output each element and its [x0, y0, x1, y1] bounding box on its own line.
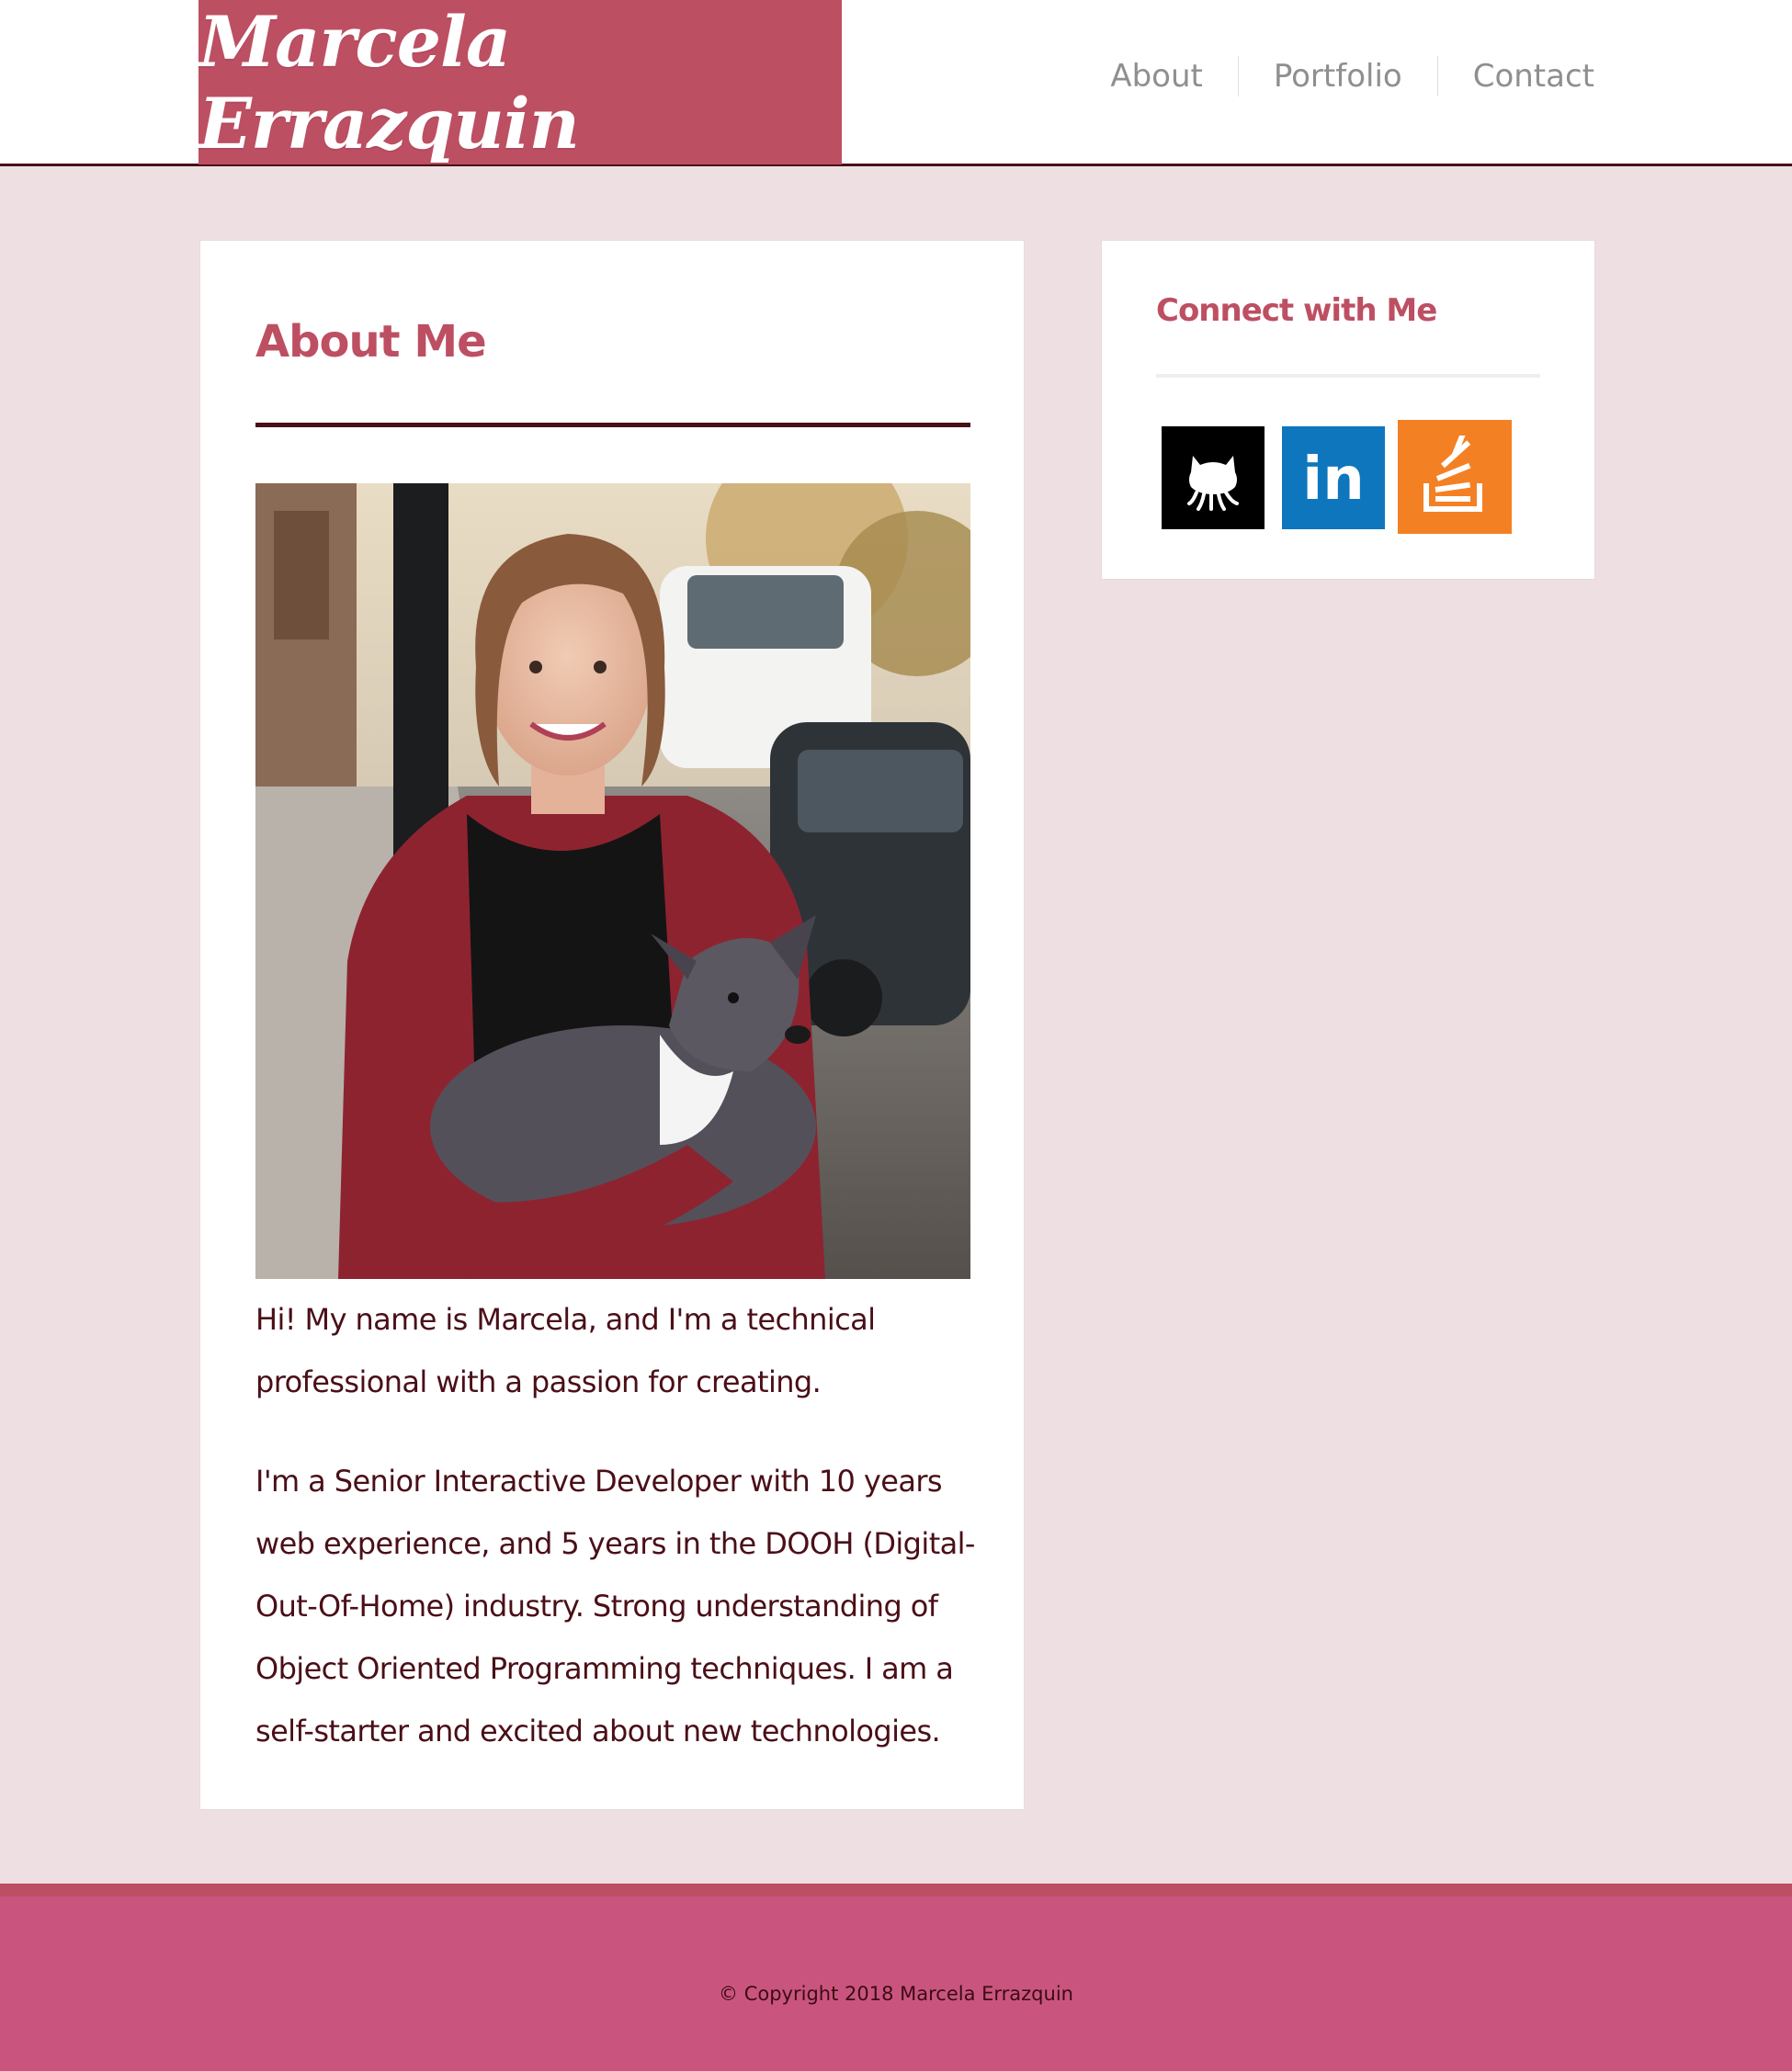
connect-card: Connect with Me in: [1101, 240, 1595, 580]
profile-photo-illustration: [255, 483, 970, 1279]
site-footer: © Copyright 2018 Marcela Errazquin: [0, 1884, 1792, 2071]
site-header: Marcela Errazquin About Portfolio Contac…: [0, 0, 1792, 166]
connect-heading: Connect with Me: [1156, 292, 1437, 329]
github-icon: [1187, 456, 1239, 511]
linkedin-icon: in: [1302, 446, 1365, 510]
github-link[interactable]: [1162, 426, 1265, 529]
bio-paragraph-2: I'm a Senior Interactive Developer with …: [255, 1464, 975, 1748]
main-nav: About Portfolio Contact: [1075, 55, 1594, 97]
nav-portfolio[interactable]: Portfolio: [1239, 55, 1437, 97]
linkedin-link[interactable]: in: [1282, 426, 1385, 529]
copyright-text: © Copyright 2018 Marcela Errazquin: [719, 1983, 1073, 2005]
bio-text: Hi! My name is Marcela, and I'm a techni…: [255, 1288, 981, 1762]
site-title[interactable]: Marcela Errazquin: [198, 1, 842, 164]
stackoverflow-icon: [1423, 436, 1482, 512]
nav-about[interactable]: About: [1075, 55, 1238, 97]
about-heading: About Me: [255, 316, 487, 368]
linkedin-glyph: in: [1302, 446, 1365, 510]
bio-paragraph-1: Hi! My name is Marcela, and I'm a techni…: [255, 1302, 876, 1399]
heading-divider: [255, 423, 970, 427]
about-card: About Me Hi! My name is Marcela, and I'm…: [199, 240, 1025, 1810]
profile-photo: [255, 483, 970, 1279]
nav-contact[interactable]: Contact: [1438, 55, 1594, 97]
stackoverflow-link[interactable]: [1398, 420, 1512, 534]
connect-divider: [1156, 374, 1540, 378]
brand-block[interactable]: Marcela Errazquin: [198, 0, 842, 164]
